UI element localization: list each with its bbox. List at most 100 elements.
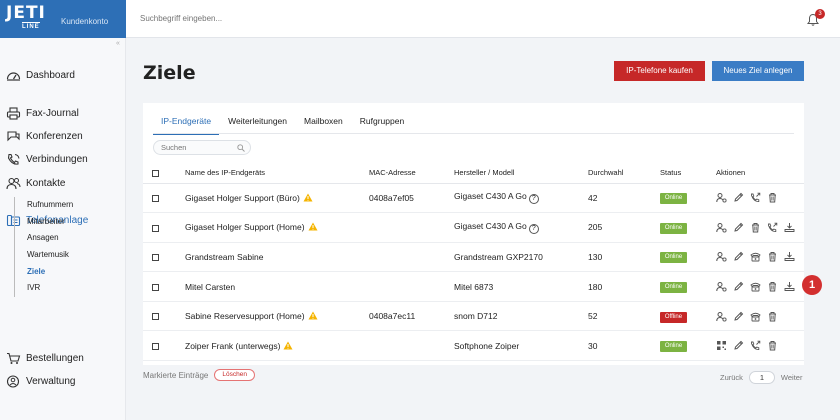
edit-icon[interactable] (733, 340, 744, 351)
delete-selected-button[interactable]: Löschen (214, 369, 255, 381)
extension: 30 (588, 330, 660, 362)
sidebar-subitem-mitarbeiter[interactable]: Mitarbeiter (27, 214, 73, 231)
row-actions (716, 281, 804, 292)
table-row[interactable]: Zoiper Frank (unterwegs) Softphone Zoiper… (143, 330, 804, 362)
help-icon[interactable]: ? (528, 194, 539, 205)
sidebar-subitem-ziele[interactable]: Ziele (27, 264, 73, 281)
device-name-cell: Grandstream Sabine (185, 242, 369, 273)
edit-icon[interactable] (733, 281, 744, 292)
row-checkbox[interactable] (152, 313, 159, 321)
pager-prev[interactable]: Zurück (720, 373, 743, 382)
desk-phone-icon[interactable] (750, 281, 761, 292)
row-checkbox[interactable] (152, 343, 159, 351)
row-select-cell (143, 271, 185, 302)
call-forward-icon[interactable] (750, 192, 761, 203)
sidebar-item-bestellungen[interactable]: Bestellungen (6, 350, 84, 366)
delete-icon[interactable] (767, 192, 778, 203)
device-model: Grandstream GXP2170 (454, 251, 543, 262)
status-badge: Online (660, 222, 687, 234)
sidebar-item-label: Verbindungen (26, 153, 88, 165)
sidebar-subitem-rufnummern[interactable]: Rufnummern (27, 197, 73, 214)
tab-ip-endgeraete[interactable]: IP-Endgeräte (153, 113, 220, 135)
provision-icon[interactable] (784, 281, 795, 292)
sidebar-subitem-ansagen[interactable]: Ansagen (27, 230, 73, 247)
row-checkbox[interactable] (152, 283, 159, 291)
edit-icon[interactable] (733, 222, 744, 233)
table-search-input[interactable] (161, 142, 236, 153)
qr-code-icon[interactable] (716, 340, 727, 351)
status-cell: Online (660, 271, 716, 302)
desk-phone-icon[interactable] (750, 251, 761, 262)
table-row[interactable]: Grandstream Sabine Grandstream GXP2170 130… (143, 242, 804, 273)
delete-icon[interactable] (767, 340, 778, 351)
bulk-actions: Markierte Einträge Löschen (143, 369, 255, 381)
table-row[interactable]: Sabine Reservesupport (Home) 0408a7ec11 sn… (143, 301, 804, 332)
delete-icon[interactable] (750, 222, 761, 233)
search-icon[interactable] (237, 144, 245, 152)
new-target-button[interactable]: Neues Ziel anlegen (712, 61, 804, 81)
brand-header[interactable]: JETI LINE Kundenkonto (0, 0, 126, 38)
model-cell: Grandstream GXP2170 (454, 242, 588, 273)
col-mac[interactable]: MAC-Adresse (369, 163, 454, 184)
user-settings-icon[interactable] (716, 251, 727, 263)
row-checkbox[interactable] (152, 254, 159, 262)
printer-icon (6, 106, 21, 120)
tab-rufgruppen[interactable]: Rufgruppen (352, 113, 412, 135)
tab-weiterleitungen[interactable]: Weiterleitungen (220, 113, 295, 135)
sidebar-item-kontakte[interactable]: Kontakte (6, 175, 65, 191)
row-select-cell (143, 242, 185, 273)
help-icon[interactable]: ? (528, 223, 539, 234)
table-row[interactable]: Gigaset Holger Support (Home) Gigaset C43… (143, 212, 804, 243)
delete-icon[interactable] (767, 311, 778, 322)
col-extension[interactable]: Durchwahl (588, 163, 660, 184)
device-name: Grandstream Sabine (185, 251, 264, 262)
actions-cell (716, 301, 804, 332)
sidebar-item-fax-journal[interactable]: Fax-Journal (6, 105, 79, 121)
device-model: Gigaset C430 A Go (454, 191, 527, 202)
pager-page[interactable]: 1 (748, 371, 775, 384)
sidebar-item-dashboard[interactable]: Dashboard (6, 67, 75, 83)
col-model[interactable]: Hersteller / Modell (454, 163, 588, 184)
col-name[interactable]: Name des IP-Endgeräts (185, 163, 369, 184)
row-checkbox[interactable] (152, 224, 159, 232)
account-label: Kundenkonto (61, 17, 109, 26)
edit-icon[interactable] (733, 192, 744, 203)
sidebar-item-verbindungen[interactable]: Verbindungen (6, 151, 88, 167)
actions-cell (716, 183, 804, 214)
desk-phone-icon[interactable] (750, 311, 761, 322)
sidebar-item-label: Bestellungen (26, 352, 84, 364)
sidebar-subitem-wartemusik[interactable]: Wartemusik (27, 247, 73, 264)
sidebar-item-konferenzen[interactable]: Konferenzen (6, 128, 83, 144)
sidebar-item-verwaltung[interactable]: Verwaltung (6, 373, 75, 389)
edit-icon[interactable] (733, 311, 744, 322)
user-settings-icon[interactable] (716, 311, 727, 322)
model-cell: Gigaset C430 A Go? (454, 212, 588, 243)
warning-icon (308, 222, 318, 231)
table-row[interactable]: Gigaset Holger Support (Büro) 0408a7ef05 G… (143, 183, 804, 214)
provision-icon[interactable] (784, 251, 795, 262)
user-settings-icon[interactable] (716, 281, 727, 292)
row-checkbox[interactable] (152, 195, 159, 203)
conference-icon (7, 130, 20, 141)
tab-mailboxen[interactable]: Mailboxen (296, 113, 351, 135)
row-select-cell (143, 183, 185, 214)
extension: 180 (588, 271, 660, 302)
delete-icon[interactable] (767, 281, 778, 292)
call-forward-icon[interactable] (750, 340, 761, 351)
delete-icon[interactable] (767, 251, 778, 262)
select-all-checkbox[interactable] (152, 169, 159, 177)
provision-icon[interactable] (784, 222, 795, 233)
table-row[interactable]: Mitel Carsten Mitel 6873 180 Online (143, 271, 804, 302)
global-search-input[interactable] (140, 10, 440, 26)
extension: 205 (588, 212, 660, 243)
status-badge: Offline (660, 311, 687, 323)
buy-ip-phones-button[interactable]: IP-Telefone kaufen (614, 61, 705, 81)
pager-next[interactable]: Weiter (781, 373, 803, 382)
edit-icon[interactable] (733, 251, 744, 262)
collapse-sidebar-icon[interactable]: « (116, 40, 120, 47)
user-settings-icon[interactable] (716, 222, 727, 233)
sidebar-subitem-ivr[interactable]: IVR (27, 280, 73, 297)
user-settings-icon[interactable] (716, 192, 727, 203)
call-forward-icon[interactable] (767, 222, 778, 233)
col-status[interactable]: Status (660, 163, 716, 184)
